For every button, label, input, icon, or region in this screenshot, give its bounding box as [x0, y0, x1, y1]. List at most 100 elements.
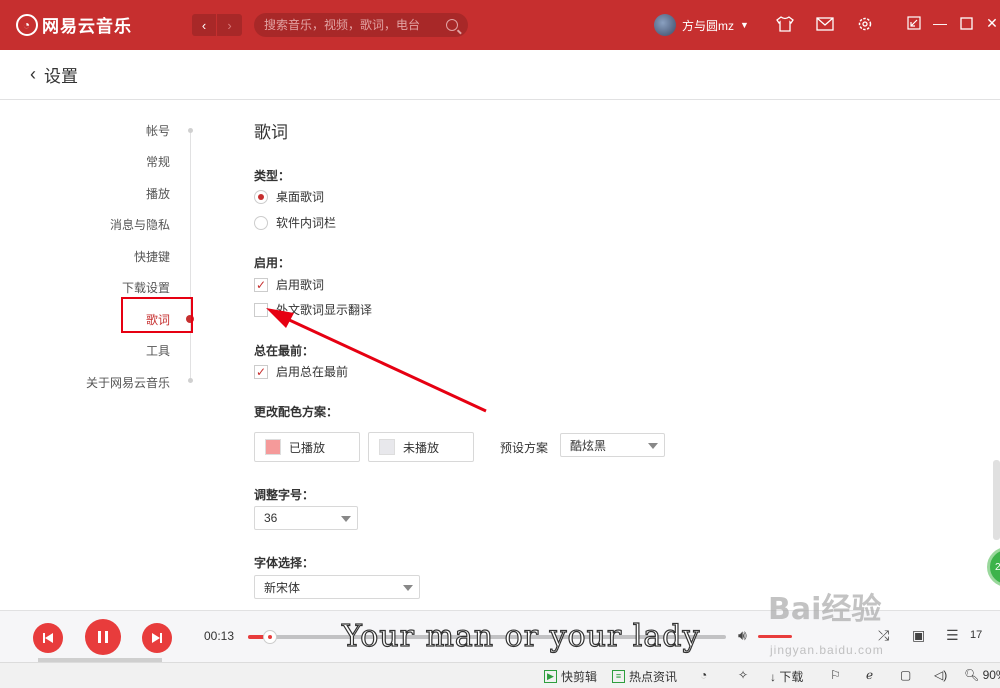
font-family-value: 新宋体	[264, 580, 301, 595]
dropdown-arrow-icon	[341, 516, 351, 522]
zoom-search-icon: 🔍︎	[964, 668, 983, 682]
app-name: 网易云音乐	[42, 17, 132, 36]
window-controls: — ✕	[906, 15, 1000, 31]
playlist-icon[interactable]: ☰	[946, 627, 959, 644]
shuffle-icon[interactable]: ⤮	[878, 627, 889, 644]
avatar[interactable]	[654, 14, 676, 36]
played-color-button[interactable]: 已播放	[254, 432, 360, 462]
sidebar-item-privacy[interactable]: 消息与隐私	[110, 216, 170, 233]
minimize-icon[interactable]: —	[932, 15, 948, 31]
back-arrow-icon[interactable]: ‹	[30, 64, 36, 85]
radio-selected[interactable]	[254, 189, 268, 204]
desktop-lyric-overlay[interactable]: Your man or your lady	[341, 618, 700, 654]
maximize-icon[interactable]	[958, 15, 974, 31]
dropdown-arrow-icon	[403, 585, 413, 591]
previous-track-button[interactable]	[33, 623, 63, 653]
hot-news-item[interactable]: ≡ 热点资讯	[612, 668, 677, 685]
preset-select[interactable]: 酷炫黑	[560, 433, 665, 457]
back-nav-button[interactable]: ‹	[192, 14, 217, 36]
font-size-label: 调整字号：	[254, 488, 315, 502]
search-icon[interactable]	[446, 19, 458, 31]
ontop-checkbox[interactable]: ✓ 启用总在最前	[254, 363, 348, 380]
user-menu[interactable]: 方与圆mz ▼	[654, 14, 749, 36]
lyric-toggle-icon[interactable]: ▣	[912, 627, 925, 644]
played-color-label: 已播放	[289, 440, 326, 455]
download-item[interactable]: ↓ 下载	[770, 668, 803, 685]
sidebar-item-general[interactable]: 常规	[146, 153, 170, 170]
volume-icon[interactable]: 🔊︎	[738, 627, 747, 644]
forward-nav-button[interactable]: ›	[217, 14, 242, 36]
download-label: 下载	[779, 670, 804, 684]
lyrics-settings-panel: 歌词 类型： 桌面歌词 软件内词栏 启用： ✓ 启用歌词 外文歌词显示翻译 总在…	[254, 100, 994, 610]
caret-down-icon[interactable]: ▼	[740, 20, 749, 30]
color-scheme-label: 更改配色方案：	[254, 405, 339, 419]
checkmark-icon[interactable]: ✓	[254, 364, 268, 379]
unplayed-color-button[interactable]: 未播放	[368, 432, 474, 462]
flag-icon[interactable]: ⚐	[830, 668, 841, 682]
enable-lyrics-checkbox[interactable]: ✓ 启用歌词	[254, 276, 324, 293]
quick-clip-item[interactable]: ▶ 快剪辑	[544, 668, 597, 685]
settings-sidebar: 帐号 常规 播放 消息与隐私 快捷键 下载设置 歌词 工具 关于网易云音乐	[0, 100, 230, 610]
close-icon[interactable]: ✕	[984, 15, 1000, 31]
progress-knob[interactable]	[262, 630, 277, 644]
next-icon	[152, 633, 162, 643]
baidu-watermark: Bai经验	[768, 592, 882, 627]
title-bar: ◔ 网易云音乐 ‹ › 方与圆mz ▼ — ✕	[0, 0, 1000, 50]
settings-gear-icon[interactable]	[856, 15, 874, 33]
annotation-highlight-box	[121, 297, 193, 333]
pin-icon[interactable]: ✧	[738, 668, 748, 682]
search-box[interactable]	[254, 13, 468, 37]
show-translation-checkbox[interactable]: 外文歌词显示翻译	[254, 301, 372, 318]
app-logo[interactable]: ◔ 网易云音乐	[16, 12, 132, 37]
sidebar-item-account[interactable]: 帐号	[146, 122, 170, 139]
mini-mode-icon[interactable]	[906, 15, 922, 31]
ontop-option-label: 启用总在最前	[276, 365, 349, 379]
font-size-select[interactable]: 36	[254, 506, 358, 530]
volume-slider[interactable]	[758, 635, 792, 638]
zoom-value: 90%	[982, 668, 1000, 682]
radio-unselected[interactable]	[254, 215, 268, 230]
sidebar-item-playback[interactable]: 播放	[146, 185, 170, 202]
preset-label: 预设方案	[500, 441, 549, 455]
enable-lyrics-label: 启用歌词	[276, 278, 325, 292]
ie-icon[interactable]: ℯ	[866, 668, 873, 682]
checkbox-empty[interactable]	[254, 302, 268, 317]
page-title: 设置	[44, 67, 78, 86]
content-scrollbar[interactable]	[993, 460, 1000, 540]
download-arrow-icon: ↓	[770, 669, 780, 684]
dropdown-arrow-icon	[648, 443, 658, 449]
elapsed-time: 00:13	[204, 629, 235, 643]
window-icon[interactable]: ▢	[900, 668, 911, 682]
settings-header: ‹ 设置	[0, 50, 1000, 100]
type-option-desktop[interactable]: 桌面歌词	[254, 188, 324, 205]
baidu-watermark-url: jingyan.baidu.com	[770, 643, 884, 657]
next-track-button[interactable]	[142, 623, 172, 653]
previous-icon	[43, 633, 53, 643]
type-option-inapp[interactable]: 软件内词栏	[254, 214, 336, 231]
netease-logo-icon: ◔	[16, 13, 38, 36]
speed-icon[interactable]: ◔	[700, 668, 707, 682]
font-size-value: 36	[264, 511, 278, 525]
sidebar-item-shortcuts[interactable]: 快捷键	[134, 248, 170, 265]
skin-icon[interactable]	[776, 15, 794, 33]
font-family-select[interactable]: 新宋体	[254, 575, 420, 599]
hot-news-label: 热点资讯	[629, 670, 678, 684]
playlist-count: 17	[970, 629, 983, 641]
sidebar-dot	[188, 378, 193, 383]
sidebar-item-tools[interactable]: 工具	[146, 342, 170, 359]
checkmark-icon[interactable]: ✓	[254, 277, 268, 292]
mail-icon[interactable]	[816, 15, 834, 33]
history-nav: ‹ ›	[192, 14, 242, 36]
unplayed-color-label: 未播放	[403, 440, 440, 455]
sidebar-item-download[interactable]: 下载设置	[122, 279, 170, 296]
quick-clip-label: 快剪辑	[561, 670, 598, 684]
browser-status-bar: ▶ 快剪辑 ≡ 热点资讯 ◔ ✧ ↓ 下载 ⚐ ℯ ▢ ◁) 🔍︎ 90%	[0, 662, 1000, 688]
pause-button[interactable]	[85, 619, 121, 655]
type-label: 类型：	[254, 169, 291, 183]
type-option-label: 软件内词栏	[276, 216, 337, 230]
sidebar-item-about[interactable]: 关于网易云音乐	[86, 374, 170, 391]
user-name[interactable]: 方与圆mz	[682, 17, 734, 34]
zoom-level[interactable]: 🔍︎ 90%	[964, 668, 1000, 682]
search-input[interactable]	[264, 18, 446, 32]
speaker-icon[interactable]: ◁)	[934, 668, 947, 682]
